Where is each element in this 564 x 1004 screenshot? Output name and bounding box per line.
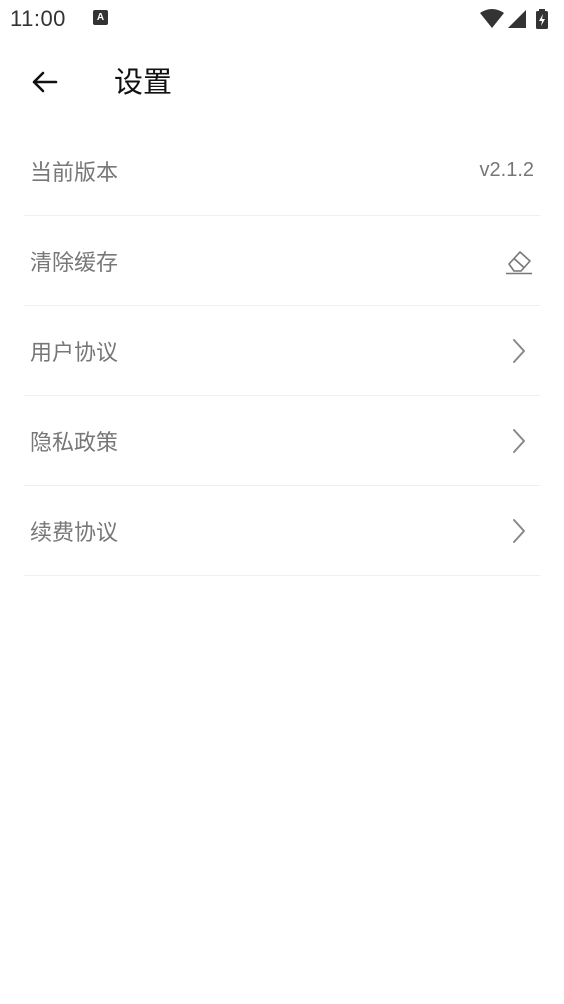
notification-icon: A	[93, 10, 108, 25]
settings-item-label: 用户协议	[30, 340, 119, 366]
wifi-icon	[480, 9, 504, 28]
settings-item-version: 当前版本 v2.1.2	[24, 126, 540, 216]
settings-item-clear-cache[interactable]: 清除缓存	[24, 216, 540, 306]
app-bar: 设置	[0, 40, 564, 126]
back-button[interactable]	[24, 62, 64, 102]
settings-item-label: 当前版本	[30, 160, 119, 186]
settings-item-label: 隐私政策	[30, 430, 119, 456]
settings-item-privacy-policy[interactable]: 隐私政策	[24, 396, 540, 486]
status-icons	[478, 8, 554, 30]
chevron-right-icon	[504, 426, 534, 456]
settings-list: 当前版本 v2.1.2 清除缓存 用户协议 隐私政策 续费协议	[24, 126, 540, 576]
settings-item-label: 续费协议	[30, 520, 119, 546]
arrow-left-icon	[32, 71, 58, 93]
status-time: 11:00	[10, 6, 66, 31]
page-title: 设置	[114, 65, 173, 99]
version-value: v2.1.2	[479, 159, 534, 181]
chevron-right-icon	[504, 336, 534, 366]
settings-item-label: 清除缓存	[30, 250, 119, 276]
signal-icon	[508, 10, 526, 28]
status-bar: 11:00 A	[0, 0, 564, 40]
chevron-right-icon	[504, 516, 534, 546]
settings-item-user-agreement[interactable]: 用户协议	[24, 306, 540, 396]
battery-charging-icon	[536, 9, 548, 29]
settings-item-renewal-agreement[interactable]: 续费协议	[24, 486, 540, 576]
eraser-icon	[504, 246, 534, 276]
